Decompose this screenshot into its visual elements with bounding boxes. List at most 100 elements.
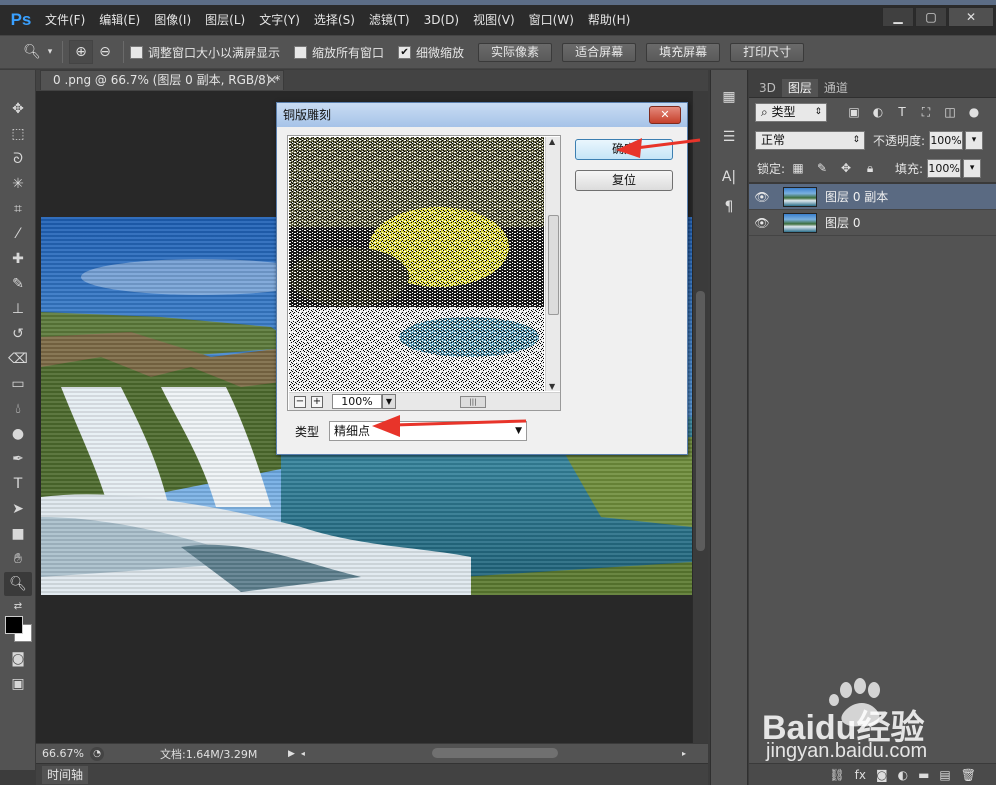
resize-windows-checkbox[interactable]: 调整窗口大小以满屏显示	[130, 44, 280, 61]
scrollbar-thumb[interactable]	[548, 215, 559, 315]
zoom-all-windows-checkbox[interactable]: 缩放所有窗口	[294, 44, 384, 61]
fill-screen-button[interactable]: 填充屏幕	[646, 42, 721, 62]
layer-row[interactable]: 👁︎ 图层 0 副本	[749, 184, 996, 210]
layer-filter-dropdown[interactable]: ⌕ 类型 ⇕	[755, 102, 827, 122]
scrubby-zoom-checkbox[interactable]: ✔ 细微缩放	[398, 44, 464, 61]
scrollbar-thumb[interactable]	[696, 291, 705, 551]
zoom-out-button[interactable]: −	[294, 395, 306, 408]
preview-horizontal-scrollbar-thumb[interactable]: |||	[460, 395, 486, 408]
properties-panel-icon[interactable]: ☰	[714, 124, 744, 150]
preview-zoom-field[interactable]: 100%	[332, 394, 382, 409]
zoom-tool-icon[interactable]: 🔍︎	[20, 40, 44, 64]
close-button[interactable]: ✕	[948, 7, 994, 27]
timeline-tab[interactable]: 时间轴	[42, 766, 88, 784]
dialog-close-button[interactable]: ✕	[649, 106, 681, 124]
shape-tool-icon[interactable]: ■	[4, 522, 32, 546]
stamp-tool-icon[interactable]: ⊥	[4, 297, 32, 321]
fit-screen-button[interactable]: 适合屏幕	[562, 42, 637, 62]
visibility-eye-icon[interactable]: 👁︎	[749, 216, 775, 230]
zoom-in-icon[interactable]: ⊕	[69, 40, 93, 64]
scroll-left-icon[interactable]: ◂	[301, 749, 305, 758]
menu-view[interactable]: 视图(V)	[466, 5, 522, 35]
lasso-tool-icon[interactable]: ᘐ	[4, 147, 32, 171]
crop-tool-icon[interactable]: ⌗	[4, 197, 32, 221]
menu-edit[interactable]: 编辑(E)	[92, 5, 147, 35]
gradient-tool-icon[interactable]: ▭	[4, 372, 32, 396]
document-tab[interactable]: 0 .png @ 66.7% (图层 0 副本, RGB/8) * ✕	[40, 70, 284, 90]
type-tool-icon[interactable]: T	[4, 472, 32, 496]
blur-tool-icon[interactable]: 💧︎	[4, 397, 32, 421]
status-info-icon[interactable]: ◔	[90, 746, 104, 761]
foreground-color-swatch[interactable]	[5, 616, 23, 634]
pen-tool-icon[interactable]: ✒	[4, 447, 32, 471]
checkbox-box[interactable]	[294, 45, 308, 59]
tab-layers[interactable]: 图层	[781, 79, 818, 97]
layer-name[interactable]: 图层 0	[825, 214, 860, 231]
tool-preset-dropdown-icon[interactable]: ▾	[44, 40, 56, 64]
preview-vertical-scrollbar[interactable]: ▲ ▼	[545, 137, 560, 391]
horizontal-scrollbar-thumb[interactable]	[432, 748, 558, 758]
add-mask-icon[interactable]: ◙	[876, 768, 888, 782]
close-tab-icon[interactable]: ✕	[267, 71, 277, 90]
character-panel-icon[interactable]: A|	[714, 164, 744, 190]
canvas-vertical-scrollbar[interactable]	[692, 91, 708, 743]
move-tool-icon[interactable]: ✥	[4, 97, 32, 121]
type-select[interactable]: 精细点 ▼	[329, 421, 528, 441]
paragraph-panel-icon[interactable]: ¶	[714, 194, 744, 220]
layer-row[interactable]: 👁︎ 图层 0	[749, 210, 996, 236]
tab-3d[interactable]: 3D	[753, 79, 782, 97]
lock-transparent-icon[interactable]: ▦	[789, 159, 807, 177]
magic-wand-tool-icon[interactable]: ✳	[4, 172, 32, 196]
eraser-tool-icon[interactable]: ⌫	[4, 347, 32, 371]
fill-dropdown-icon[interactable]: ▾	[963, 158, 982, 178]
path-selection-tool-icon[interactable]: ➤	[4, 497, 32, 521]
adjustment-layer-filter-icon[interactable]: ◐	[869, 103, 887, 121]
type-layer-filter-icon[interactable]: T	[893, 103, 911, 121]
menu-help[interactable]: 帮助(H)	[581, 5, 637, 35]
actual-pixels-button[interactable]: 实际像素	[478, 42, 553, 62]
menu-window[interactable]: 窗口(W)	[522, 5, 581, 35]
opacity-dropdown-icon[interactable]: ▾	[965, 130, 984, 150]
lock-paint-icon[interactable]: ✎	[813, 159, 831, 177]
zoom-in-button[interactable]: +	[311, 395, 323, 408]
zoom-out-icon[interactable]: ⊖	[93, 40, 117, 64]
menu-3d[interactable]: 3D(D)	[417, 5, 466, 35]
print-size-button[interactable]: 打印尺寸	[730, 42, 805, 62]
minimize-button[interactable]: ▁	[882, 7, 914, 27]
swap-colors-icon[interactable]: ⇄	[4, 597, 32, 615]
pixel-layer-filter-icon[interactable]: ▣	[845, 103, 863, 121]
layer-name[interactable]: 图层 0 副本	[825, 188, 888, 205]
zoom-dropdown-icon[interactable]: ▼	[382, 394, 396, 409]
scroll-up-icon[interactable]: ▲	[549, 137, 555, 146]
history-brush-tool-icon[interactable]: ↺	[4, 322, 32, 346]
hand-tool-icon[interactable]: ✋︎	[4, 547, 32, 571]
ok-button[interactable]: 确定	[575, 139, 673, 160]
reset-button[interactable]: 复位	[575, 170, 673, 191]
maximize-button[interactable]: ▢	[915, 7, 947, 27]
quick-mask-icon[interactable]: ◙	[4, 647, 32, 671]
blend-mode-dropdown[interactable]: 正常 ⇕	[755, 130, 865, 150]
menu-select[interactable]: 选择(S)	[307, 5, 362, 35]
zoom-tool-active-icon[interactable]: 🔍︎	[4, 572, 32, 596]
marquee-tool-icon[interactable]: ⬚	[4, 122, 32, 146]
zoom-level[interactable]: 66.67%	[36, 747, 90, 760]
fill-input[interactable]: 100%	[927, 158, 962, 178]
scroll-right-icon[interactable]: ▸	[682, 749, 686, 758]
new-layer-icon[interactable]: ▤	[939, 768, 950, 782]
link-layers-icon[interactable]: ⛓︎	[829, 768, 844, 782]
status-menu-arrow-icon[interactable]: ▶	[288, 749, 295, 759]
tab-channels[interactable]: 通道	[818, 79, 854, 97]
screen-mode-icon[interactable]: ▣	[4, 672, 32, 696]
menu-file[interactable]: 文件(F)	[38, 5, 92, 35]
dialog-titlebar[interactable]: 铜版雕刻 ✕	[277, 103, 687, 127]
adjustment-layer-icon[interactable]: ◐	[898, 768, 908, 782]
filter-toggle-icon[interactable]: ●	[965, 103, 983, 121]
opacity-input[interactable]: 100%	[929, 130, 964, 150]
color-swatches[interactable]	[0, 616, 35, 646]
smart-object-filter-icon[interactable]: ◫	[941, 103, 959, 121]
history-panel-icon[interactable]: ▦	[714, 84, 744, 110]
menu-type[interactable]: 文字(Y)	[252, 5, 307, 35]
visibility-eye-icon[interactable]: 👁︎	[749, 190, 775, 204]
healing-brush-tool-icon[interactable]: ✚	[4, 247, 32, 271]
eyedropper-tool-icon[interactable]: ⁄	[4, 222, 32, 246]
